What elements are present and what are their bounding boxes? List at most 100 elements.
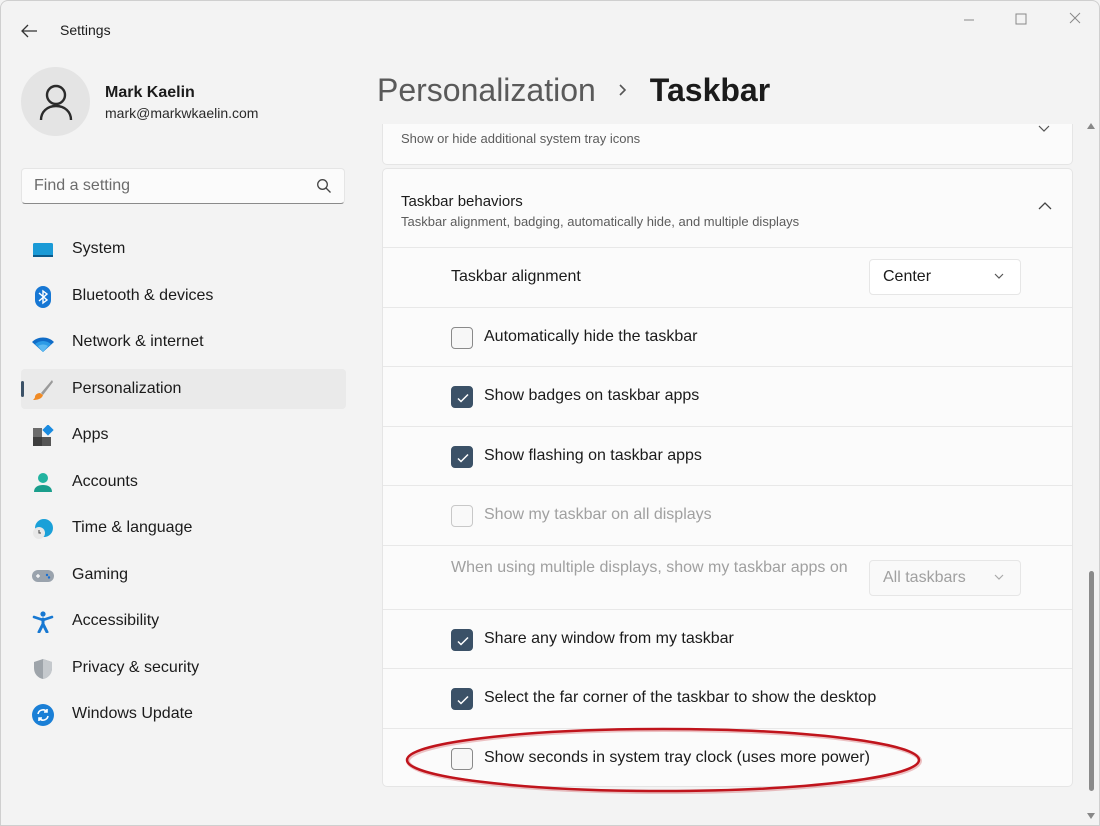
user-name: Mark Kaelin	[105, 84, 195, 101]
taskbar-behaviors-header[interactable]: Taskbar behaviors Taskbar alignment, bad…	[383, 169, 1072, 248]
paintbrush-icon	[33, 379, 53, 400]
user-icon	[39, 84, 72, 120]
flashing-checkbox[interactable]	[451, 445, 473, 468]
accounts-icon	[34, 472, 52, 492]
sidebar-item-label: Personalization	[72, 379, 182, 397]
sidebar-item-label: Gaming	[72, 565, 129, 583]
shield-icon	[34, 658, 52, 679]
card-subtitle: Show or hide additional system tray icon…	[401, 131, 641, 146]
sidebar-item-system[interactable]: System	[21, 229, 346, 269]
show-seconds-row: Show seconds in system tray clock (uses …	[383, 729, 1072, 789]
selected-indicator	[21, 380, 24, 397]
taskbar-behaviors-card: Taskbar behaviors Taskbar alignment, bad…	[382, 168, 1073, 787]
close-button[interactable]	[1053, 9, 1097, 31]
content-scrollbar[interactable]	[1085, 119, 1097, 825]
avatar[interactable]	[21, 67, 90, 136]
dropdown-value: All taskbars	[883, 568, 966, 586]
search-input[interactable]	[22, 169, 302, 203]
auto-hide-checkbox[interactable]	[451, 326, 473, 349]
update-icon	[32, 704, 54, 726]
sidebar-item-label: Bluetooth & devices	[72, 286, 214, 304]
multi-display-label: When using multiple displays, show my ta…	[451, 558, 848, 576]
taskbar-alignment-label: Taskbar alignment	[451, 268, 581, 285]
sidebar-item-label: Privacy & security	[72, 658, 200, 676]
chevron-right-icon	[619, 84, 626, 96]
time-language-icon	[33, 519, 53, 539]
sidebar-item-label: Accessibility	[72, 612, 160, 629]
settings-window: Settings Mark Kaelin mark@markwkaelin.co…	[0, 0, 1100, 826]
sidebar-item-label: Network & internet	[72, 333, 204, 350]
sidebar-item-label: Accounts	[72, 472, 138, 490]
sidebar-item-accessibility[interactable]: Accessibility	[21, 601, 346, 641]
checkmark-icon	[457, 695, 469, 705]
sidebar-item-accounts[interactable]: Accounts	[21, 462, 346, 502]
search-box	[21, 168, 345, 204]
sidebar-item-gaming[interactable]: Gaming	[21, 555, 346, 595]
badges-row: Show badges on taskbar apps	[383, 367, 1072, 427]
scroll-down-arrow-icon[interactable]	[1087, 813, 1095, 819]
maximize-button[interactable]	[999, 9, 1043, 31]
scroll-up-arrow-icon[interactable]	[1087, 123, 1095, 129]
checkmark-icon	[457, 453, 469, 463]
flashing-row: Show flashing on taskbar apps	[383, 427, 1072, 486]
sidebar-item-label: System	[72, 240, 126, 257]
sidebar-item-bluetooth[interactable]: Bluetooth & devices	[21, 276, 346, 316]
show-seconds-checkbox[interactable]	[451, 747, 473, 770]
back-arrow-icon	[21, 24, 37, 38]
breadcrumb-parent[interactable]: Personalization	[377, 72, 596, 109]
page-title: Taskbar	[649, 71, 771, 108]
sidebar-item-apps[interactable]: Apps	[21, 415, 346, 455]
chevron-down-icon	[994, 574, 1004, 580]
all-displays-row: Show my taskbar on all displays	[383, 486, 1072, 546]
user-email: mark@markwkaelin.com	[105, 105, 259, 121]
all-displays-label: Show my taskbar on all displays	[484, 506, 712, 523]
sidebar-item-label: Windows Update	[72, 705, 193, 722]
chevron-down-icon[interactable]	[1038, 125, 1050, 133]
gamepad-icon	[32, 569, 54, 582]
back-button[interactable]	[17, 19, 41, 43]
sidebar-nav: System Bluetooth & devices Network & int…	[21, 229, 346, 741]
sidebar-item-network[interactable]: Network & internet	[21, 322, 346, 362]
badges-label: Show badges on taskbar apps	[484, 387, 700, 404]
checkmark-icon	[457, 393, 469, 403]
all-displays-checkbox[interactable]	[451, 505, 473, 527]
chevron-down-icon	[994, 273, 1004, 279]
scrollbar-thumb[interactable]	[1089, 571, 1094, 791]
app-title: Settings	[60, 22, 111, 38]
wifi-icon	[32, 337, 54, 352]
share-window-row: Share any window from my taskbar	[383, 610, 1072, 669]
chevron-up-icon[interactable]	[1038, 201, 1052, 210]
breadcrumb: Personalization Taskbar	[377, 67, 770, 113]
minimize-button[interactable]	[947, 9, 991, 31]
system-icon	[33, 243, 53, 257]
checkmark-icon	[457, 636, 469, 646]
sidebar-item-personalization[interactable]: Personalization	[21, 368, 346, 409]
show-seconds-label: Show seconds in system tray clock (uses …	[484, 748, 870, 766]
card-subtitle: Taskbar alignment, badging, automaticall…	[401, 214, 800, 229]
share-window-label: Share any window from my taskbar	[484, 629, 734, 647]
maximize-icon	[1015, 13, 1027, 25]
auto-hide-label: Automatically hide the taskbar	[484, 327, 698, 345]
taskbar-alignment-dropdown[interactable]: Center	[869, 259, 1021, 295]
sidebar-item-windows-update[interactable]: Windows Update	[21, 694, 346, 734]
auto-hide-row: Automatically hide the taskbar	[383, 308, 1072, 367]
other-tray-icons-card[interactable]: Show or hide additional system tray icon…	[382, 124, 1073, 165]
far-corner-checkbox[interactable]	[451, 688, 473, 710]
sidebar-item-time-language[interactable]: Time & language	[21, 508, 346, 548]
close-icon	[1069, 12, 1081, 24]
bluetooth-icon	[35, 285, 51, 308]
apps-icon	[33, 425, 54, 446]
sidebar-item-label: Apps	[72, 426, 109, 443]
title-bar: Settings	[1, 1, 1099, 59]
share-window-checkbox[interactable]	[451, 628, 473, 651]
sidebar-item-label: Time & language	[72, 519, 193, 536]
search-icon[interactable]	[316, 178, 332, 194]
dropdown-value: Center	[883, 268, 932, 285]
sidebar-item-privacy[interactable]: Privacy & security	[21, 648, 346, 688]
far-corner-label: Select the far corner of the taskbar to …	[484, 689, 877, 706]
badges-checkbox[interactable]	[451, 386, 473, 408]
multi-display-row: When using multiple displays, show my ta…	[383, 546, 1072, 610]
far-corner-row: Select the far corner of the taskbar to …	[383, 669, 1072, 729]
multi-display-dropdown[interactable]: All taskbars	[869, 559, 1021, 596]
taskbar-alignment-row: Taskbar alignment Center	[383, 248, 1072, 308]
